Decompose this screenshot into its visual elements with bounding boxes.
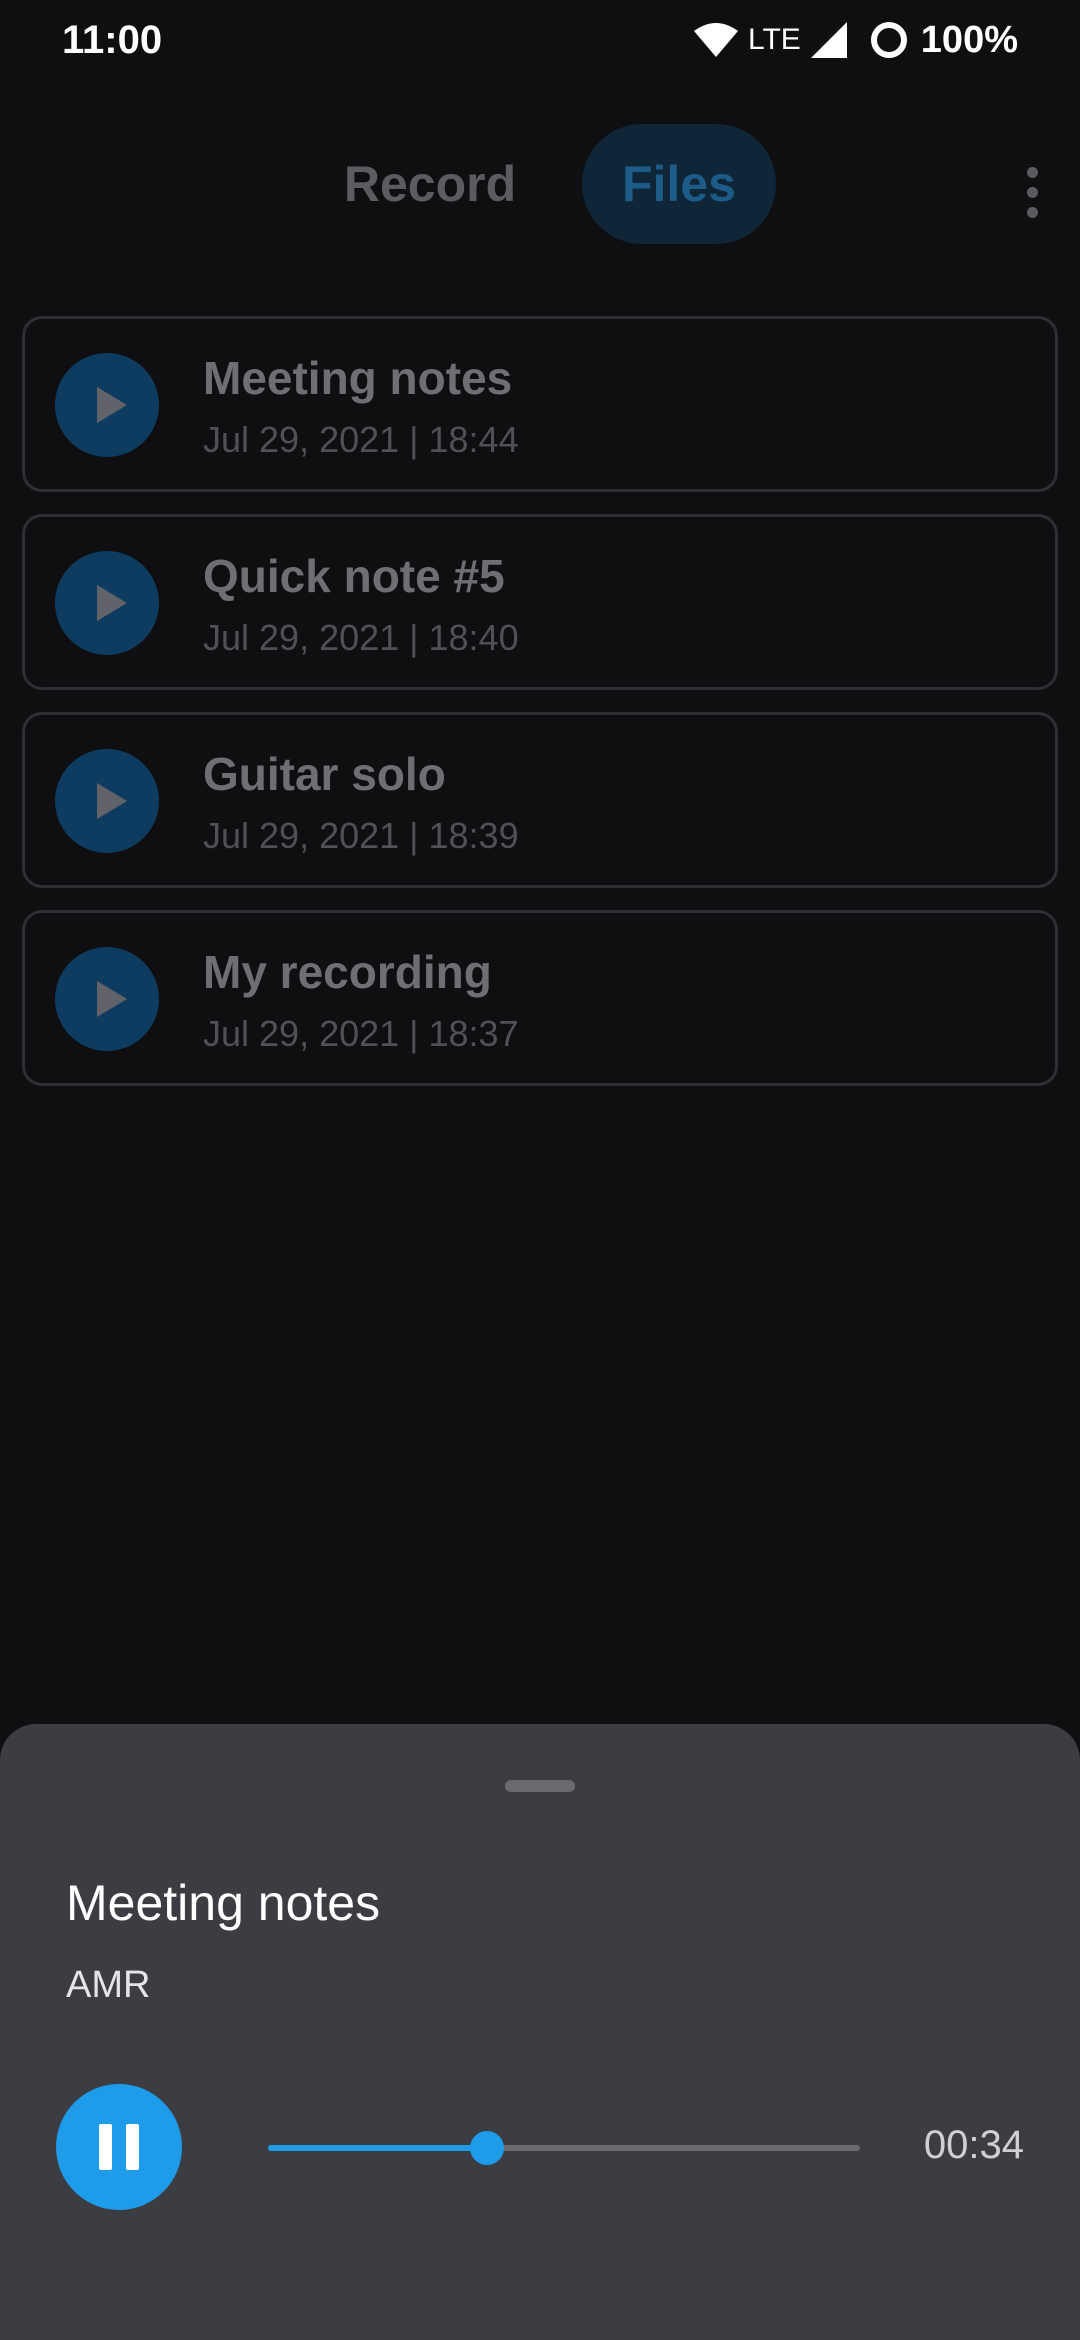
play-button[interactable] (55, 749, 159, 853)
recording-date: Jul 29, 2021 | 18:44 (203, 419, 519, 460)
list-item[interactable]: Guitar solo Jul 29, 2021 | 18:39 (22, 712, 1058, 888)
list-item[interactable]: My recording Jul 29, 2021 | 18:37 (22, 910, 1058, 1086)
player-sheet: Meeting notes AMR 00:34 (0, 1724, 1080, 2340)
recording-date: Jul 29, 2021 | 18:39 (203, 815, 519, 856)
status-icons: LTE 100% (694, 16, 1018, 64)
playback-time: 00:34 (923, 2123, 1024, 2167)
seek-bar[interactable] (268, 2131, 860, 2165)
recordings-list: Meeting notes Jul 29, 2021 | 18:44 Quick… (22, 316, 1058, 1108)
top-tabs: Record Files (0, 120, 1080, 250)
recording-title: My recording (203, 946, 492, 998)
seek-progress (268, 2145, 488, 2151)
drag-handle[interactable] (505, 1780, 575, 1792)
pause-icon (99, 2124, 112, 2170)
battery-percent: 100% (920, 18, 1018, 61)
pause-button[interactable] (56, 2084, 182, 2210)
tab-files[interactable]: Files (582, 124, 776, 244)
cell-signal-icon (810, 22, 847, 58)
recording-title: Meeting notes (203, 352, 513, 404)
play-button[interactable] (55, 551, 159, 655)
recording-date: Jul 29, 2021 | 18:37 (203, 1013, 519, 1054)
seek-thumb[interactable] (470, 2131, 505, 2165)
status-time: 11:00 (62, 18, 163, 62)
network-type: LTE (748, 23, 801, 56)
recording-title: Guitar solo (203, 748, 446, 800)
recording-title: Quick note #5 (203, 550, 505, 602)
play-button[interactable] (55, 353, 159, 457)
play-icon (97, 981, 127, 1017)
list-item[interactable]: Meeting notes Jul 29, 2021 | 18:44 (22, 316, 1058, 492)
player-title: Meeting notes (66, 1875, 381, 1931)
play-icon (97, 387, 127, 423)
play-button[interactable] (55, 947, 159, 1051)
play-icon (97, 585, 127, 621)
play-icon (97, 783, 127, 819)
tab-record[interactable]: Record (320, 124, 540, 244)
list-item[interactable]: Quick note #5 Jul 29, 2021 | 18:40 (22, 514, 1058, 690)
status-bar: 11:00 LTE 100% (0, 0, 1080, 80)
more-vert-icon[interactable] (1002, 142, 1062, 242)
wifi-icon (694, 23, 738, 57)
player-format: AMR (66, 1964, 151, 2006)
battery-ring-icon (870, 22, 907, 58)
recording-date: Jul 29, 2021 | 18:40 (203, 617, 519, 658)
